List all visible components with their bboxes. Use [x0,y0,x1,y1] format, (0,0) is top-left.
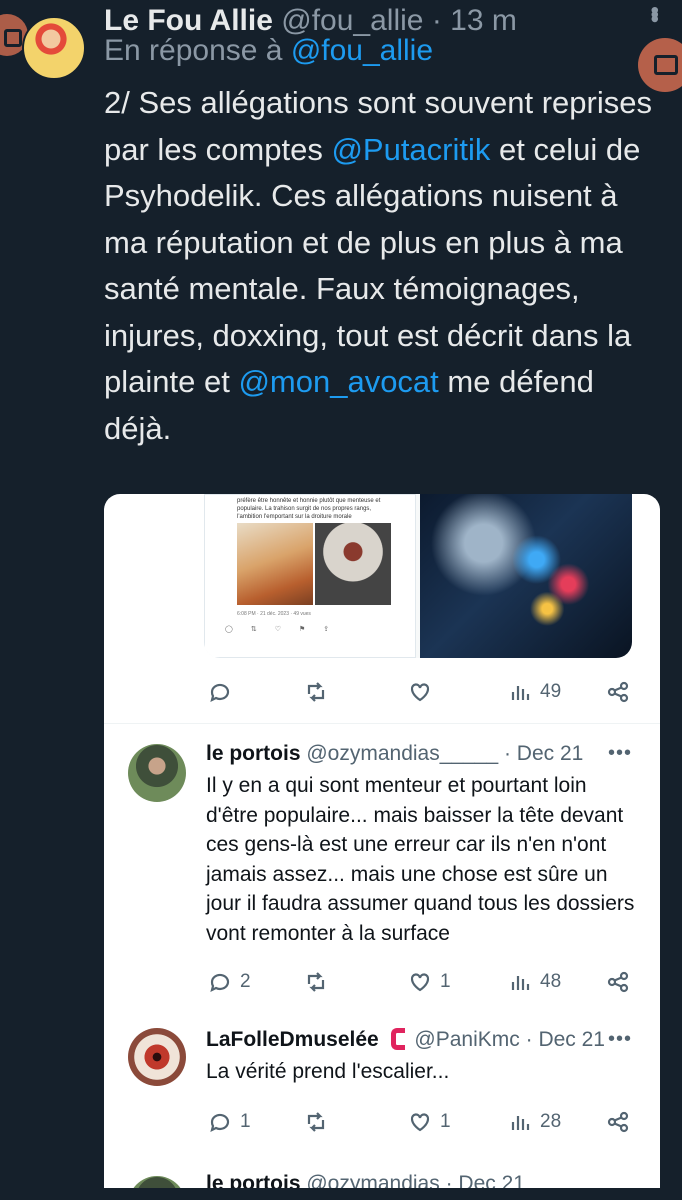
reply-count: 1 [240,1111,251,1132]
author-handle[interactable]: @fou_allie [281,4,423,37]
mini-image-left [237,523,313,605]
mention-link[interactable]: @Putacritik [331,132,490,167]
separator-dot: · [431,4,442,37]
reply-action-bar: 1 1 28 [104,1104,660,1140]
views-icon [511,686,530,700]
retweet-button[interactable] [304,964,328,1000]
heart-icon [410,1113,430,1132]
red-badge-icon [390,1028,405,1050]
tweet-time[interactable]: 13 m [450,4,517,37]
retweet-icon [307,1112,325,1132]
views-button[interactable]: 28 [508,1104,561,1140]
views-count: 28 [540,1111,562,1132]
avatar[interactable] [22,16,86,80]
bottom-edge [0,1188,682,1200]
share-icon [607,971,629,993]
reply-button[interactable] [208,674,232,710]
reply-icon [210,973,230,993]
reply-context: En réponse à @fou_allie [104,34,433,68]
views-icon [511,976,530,990]
embedded-media-grid: préfère être honnête et honnie plutôt qu… [204,494,632,658]
reply-count: 2 [240,971,251,992]
heart-icon [410,973,430,992]
share-icon [607,681,629,703]
tweet-author-line: Le Fou Allie @fou_allie · 13 m [104,4,517,38]
reply-item[interactable]: LaFolleDmuselée @PaniKmc · Dec 21 ••• La… [104,1028,660,1108]
mini-tweet-screenshot: préfère être honnête et honnie plutôt qu… [204,494,416,658]
reply-text: Il y en a qui sont menteur et pourtant l… [206,774,635,945]
retweet-icon [307,972,325,992]
reply-time[interactable]: · Dec 21 [526,1028,605,1051]
like-button[interactable] [408,674,432,710]
retweet-button[interactable] [304,674,328,710]
reply-text: La vérité prend l'escalier... [206,1060,450,1083]
more-options-icon[interactable]: ••• [608,1028,632,1051]
mini-image-right [315,523,391,605]
reply-to-link[interactable]: @fou_allie [291,34,433,67]
reply-button[interactable]: 1 [208,1104,251,1140]
reply-button[interactable]: 2 [208,964,251,1000]
more-options-icon[interactable]: ••• [608,742,632,765]
tweet-text-part: et celui de Psyhodelik. Ces allégations … [104,131,641,400]
avatar[interactable] [128,1028,186,1086]
reply-author-line: le portois @ozymandias_____ · Dec 21 [206,742,583,766]
reply-time[interactable]: · Dec 21 [504,742,583,765]
views-count: 48 [540,971,562,992]
views-button[interactable]: 49 [508,674,561,710]
like-button[interactable]: 1 [408,1104,451,1140]
mention-link[interactable]: @mon_avocat [238,364,438,399]
reply-item[interactable]: le portois @ozymandias_____ · Dec 21 •••… [104,742,660,1002]
share-button[interactable] [606,1104,630,1140]
divider [104,723,660,724]
retweet-icon [307,682,325,702]
reply-author-handle[interactable]: @PaniKmc [414,1028,519,1051]
main-action-bar: 49 [104,674,660,710]
more-options-icon[interactable]: ••• [640,6,668,19]
reply-icon [210,683,230,703]
mini-action-icons: ◯⇅♡⚑⇪ [225,626,348,633]
reply-author-name[interactable]: LaFolleDmuselée [206,1028,379,1051]
reply-author-line: LaFolleDmuselée @PaniKmc · Dec 21 [206,1028,605,1052]
mini-tweet-meta: 6:08 PM · 21 déc. 2023 · 49 vues [237,611,311,617]
mini-tweet-text: préfère être honnête et honnie plutôt qu… [237,498,381,520]
embedded-screenshot[interactable]: préfère être honnête et honnie plutôt qu… [104,494,660,1200]
like-button[interactable]: 1 [408,964,451,1000]
reply-author-name[interactable]: le portois [206,742,301,765]
share-button[interactable] [606,674,630,710]
share-button[interactable] [606,964,630,1000]
like-count: 1 [440,1111,451,1132]
reply-author-handle[interactable]: @ozymandias_____ [306,742,498,765]
share-icon [607,1111,629,1133]
views-count: 49 [540,681,562,702]
abstract-art-image [420,494,632,658]
heart-icon [410,683,430,702]
avatar[interactable] [128,744,186,802]
retweet-button[interactable] [304,1104,328,1140]
tweet-text: 2/ Ses allégations sont souvent reprises… [104,80,660,452]
views-button[interactable]: 48 [508,964,561,1000]
author-name[interactable]: Le Fou Allie [104,4,273,37]
like-count: 1 [440,971,451,992]
reply-prefix: En réponse à [104,34,283,67]
views-icon [511,1116,530,1130]
reply-icon [210,1113,230,1133]
reply-action-bar: 2 1 48 [104,964,660,1000]
